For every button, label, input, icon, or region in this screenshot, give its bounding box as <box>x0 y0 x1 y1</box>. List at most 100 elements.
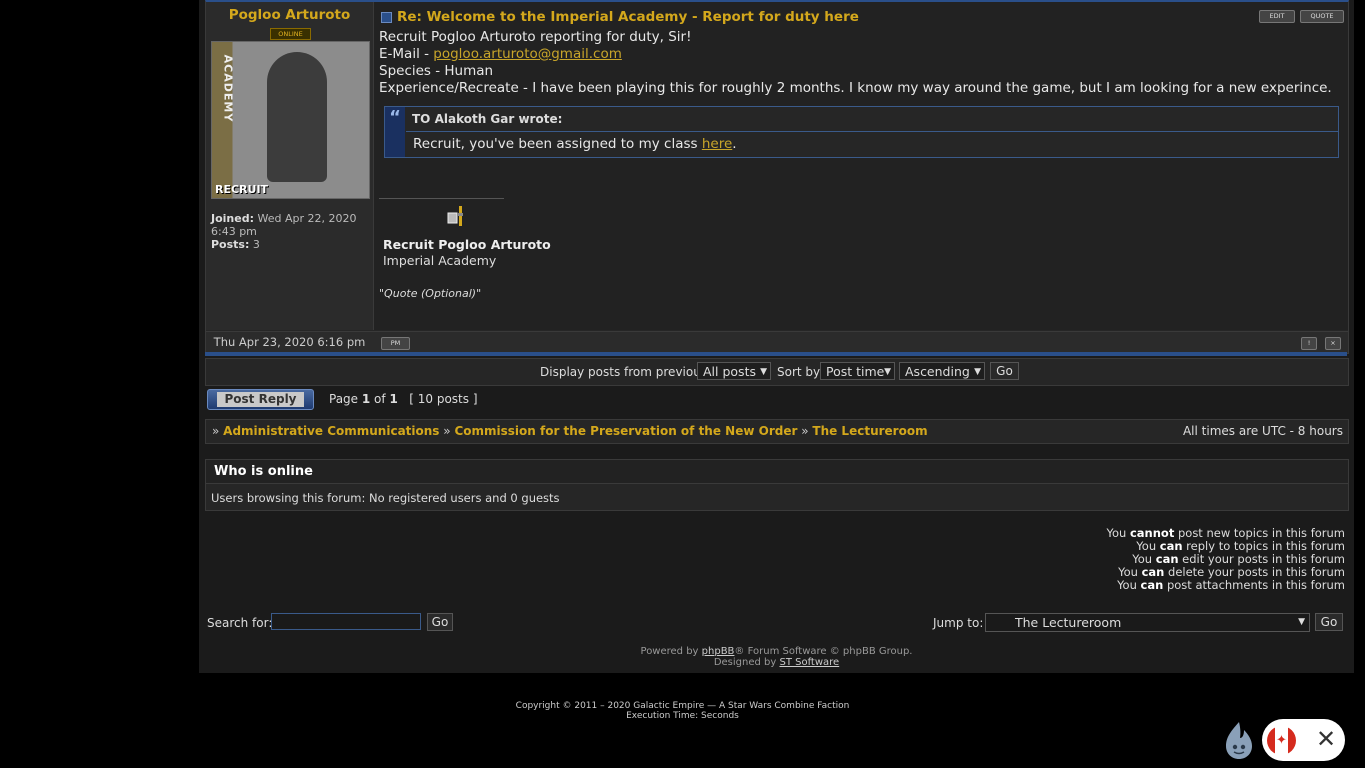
perm-pre: You <box>1117 578 1141 592</box>
post-footer: Thu Apr 23, 2020 6:16 pm PM ! × <box>206 331 1348 353</box>
warn-icon[interactable]: × <box>1325 337 1341 350</box>
quote-text: Recruit, you've been assigned to my clas… <box>413 136 737 152</box>
powered-post: ® Forum Software © phpBB Group. <box>734 646 913 657</box>
quote-mark-icon: “ <box>385 107 405 157</box>
posts-count: [ 10 posts ] <box>409 392 478 406</box>
avatar: ACADEMY RECRUIT <box>211 41 370 199</box>
close-icon[interactable]: ✕ <box>1316 726 1336 752</box>
post-body: Recruit Pogloo Arturoto reporting for du… <box>379 29 1343 97</box>
breadcrumb-items: » Administrative Communications » Commis… <box>212 420 928 443</box>
permission-item: You can post attachments in this forum <box>1106 579 1345 592</box>
posts-value: 3 <box>252 238 260 251</box>
post-profile: Pogloo Arturoto ONLINE ACADEMY RECRUIT J… <box>206 2 374 330</box>
post-line-4: Experience/Recreate - I have been playin… <box>379 80 1332 96</box>
breadcrumb-item-lectureroom[interactable]: The Lectureroom <box>812 424 927 438</box>
designed-pre: Designed by <box>713 657 780 668</box>
powered-by: Powered by phpBB® Forum Software © phpBB… <box>199 646 1354 668</box>
chevron-down-icon: ▼ <box>884 367 891 377</box>
chevron-down-icon: ▼ <box>760 367 767 377</box>
chevron-down-icon: ▼ <box>974 367 981 377</box>
order-select[interactable]: Ascending ▼ <box>899 362 985 380</box>
jump-select-value: The Lectureroom <box>1015 615 1122 630</box>
breadcrumb-sep: » <box>801 424 809 438</box>
signature-org: Imperial Academy <box>383 253 497 268</box>
quote-link[interactable]: here <box>702 136 732 152</box>
powered-pre: Powered by <box>640 646 702 657</box>
perm-key: can <box>1141 565 1165 579</box>
page-total: 1 <box>389 392 398 406</box>
divider-bar <box>205 352 1347 356</box>
post-subject[interactable]: Re: Welcome to the Imperial Academy - Re… <box>397 9 859 25</box>
post-reply-button[interactable]: Post Reply <box>207 389 314 410</box>
phpbb-link[interactable]: phpBB <box>702 646 735 657</box>
copyright: Copyright © 2011 – 2020 Galactic Empire … <box>0 701 1365 721</box>
breadcrumb-sep: » <box>212 424 220 438</box>
breadcrumb-item-admin[interactable]: Administrative Communications <box>223 424 439 438</box>
posts-label: Posts: <box>211 238 250 251</box>
joined-label: Joined: <box>211 212 254 225</box>
perm-key: can <box>1155 552 1179 566</box>
perm-pre: You <box>1106 526 1130 540</box>
signature-divider <box>379 198 504 199</box>
quote-block: “ TO Alakoth Gar wrote: Recruit, you've … <box>384 106 1339 158</box>
breadcrumb-item-commission[interactable]: Commission for the Preservation of the N… <box>454 424 797 438</box>
post-icon[interactable] <box>381 12 392 23</box>
signature-name: Recruit Pogloo Arturoto <box>383 237 551 252</box>
perm-pre: You <box>1136 539 1160 553</box>
perm-post: post new topics in this forum <box>1174 526 1345 540</box>
perm-key: cannot <box>1129 526 1175 540</box>
who-is-online: Who is online Users browsing this forum:… <box>205 459 1349 511</box>
jump-select[interactable]: The Lectureroom ▼ <box>985 613 1310 632</box>
status-badge: ONLINE <box>270 28 311 40</box>
sort-select[interactable]: Post time ▼ <box>820 362 895 380</box>
search-go-button[interactable]: Go <box>427 613 453 631</box>
display-label: Display posts from previous: <box>540 365 712 379</box>
perm-post: delete your posts in this forum <box>1164 565 1345 579</box>
language-widget: ✦ ✕ <box>1262 719 1345 761</box>
email-link[interactable]: pogloo.arturoto@gmail.com <box>433 46 622 62</box>
lightsaber-icon <box>447 206 463 226</box>
report-icon[interactable]: ! <box>1301 337 1317 350</box>
display-select-value: All posts <box>703 364 756 379</box>
quote-text-after: . <box>732 136 737 152</box>
profile-details: Joined: Wed Apr 22, 2020 6:43 pm Posts: … <box>211 212 366 251</box>
execution-time: Execution Time: Seconds <box>626 711 739 721</box>
forum-post: Pogloo Arturoto ONLINE ACADEMY RECRUIT J… <box>205 0 1349 354</box>
perm-key: can <box>1140 578 1164 592</box>
pm-button[interactable]: PM <box>381 337 410 350</box>
pagination-info: Page 1 of 1 [ 10 posts ] <box>329 392 478 406</box>
designer-link[interactable]: ST Software <box>779 657 839 668</box>
hotjar-icon[interactable] <box>1224 720 1254 760</box>
email-label: E-Mail - <box>379 46 434 62</box>
search-label: Search for: <box>207 616 273 630</box>
maple-leaf-icon: ✦ <box>1276 733 1287 748</box>
signature-quote: "Quote (Optional)" <box>379 287 482 300</box>
canada-flag-icon[interactable]: ✦ <box>1267 726 1296 755</box>
quote-text-before: Recruit, you've been assigned to my clas… <box>413 136 702 152</box>
perm-post: reply to topics in this forum <box>1182 539 1345 553</box>
post-author[interactable]: Pogloo Arturoto <box>206 7 373 23</box>
jump-label: Jump to: <box>933 616 984 630</box>
perm-pre: You <box>1118 565 1142 579</box>
perm-key: can <box>1159 539 1183 553</box>
display-select[interactable]: All posts ▼ <box>697 362 771 380</box>
avatar-recruit-text: RECRUIT <box>215 183 269 196</box>
quote-header: TO Alakoth Gar wrote: <box>412 112 563 126</box>
sort-go-button[interactable]: Go <box>990 362 1019 380</box>
search-input[interactable] <box>271 613 421 630</box>
breadcrumb: » Administrative Communications » Commis… <box>205 419 1349 444</box>
perm-pre: You <box>1132 552 1156 566</box>
edit-button[interactable]: EDIT <box>1259 10 1295 23</box>
post-reply-label: Post Reply <box>217 392 304 407</box>
quote-divider <box>406 131 1338 132</box>
sort-bar: Display posts from previous: All posts ▼ … <box>205 358 1349 386</box>
who-is-online-text: Users browsing this forum: No registered… <box>211 491 560 505</box>
quote-button[interactable]: QUOTE <box>1300 10 1344 23</box>
permissions-list: You cannot post new topics in this forum… <box>1106 527 1345 592</box>
avatar-figure <box>267 52 327 182</box>
page-of: of <box>370 392 390 406</box>
jump-go-button[interactable]: Go <box>1315 613 1343 631</box>
sort-select-value: Post time <box>826 364 885 379</box>
perm-post: post attachments in this forum <box>1163 578 1345 592</box>
post-line-2: E-Mail - pogloo.arturoto@gmail.com <box>379 46 1343 63</box>
